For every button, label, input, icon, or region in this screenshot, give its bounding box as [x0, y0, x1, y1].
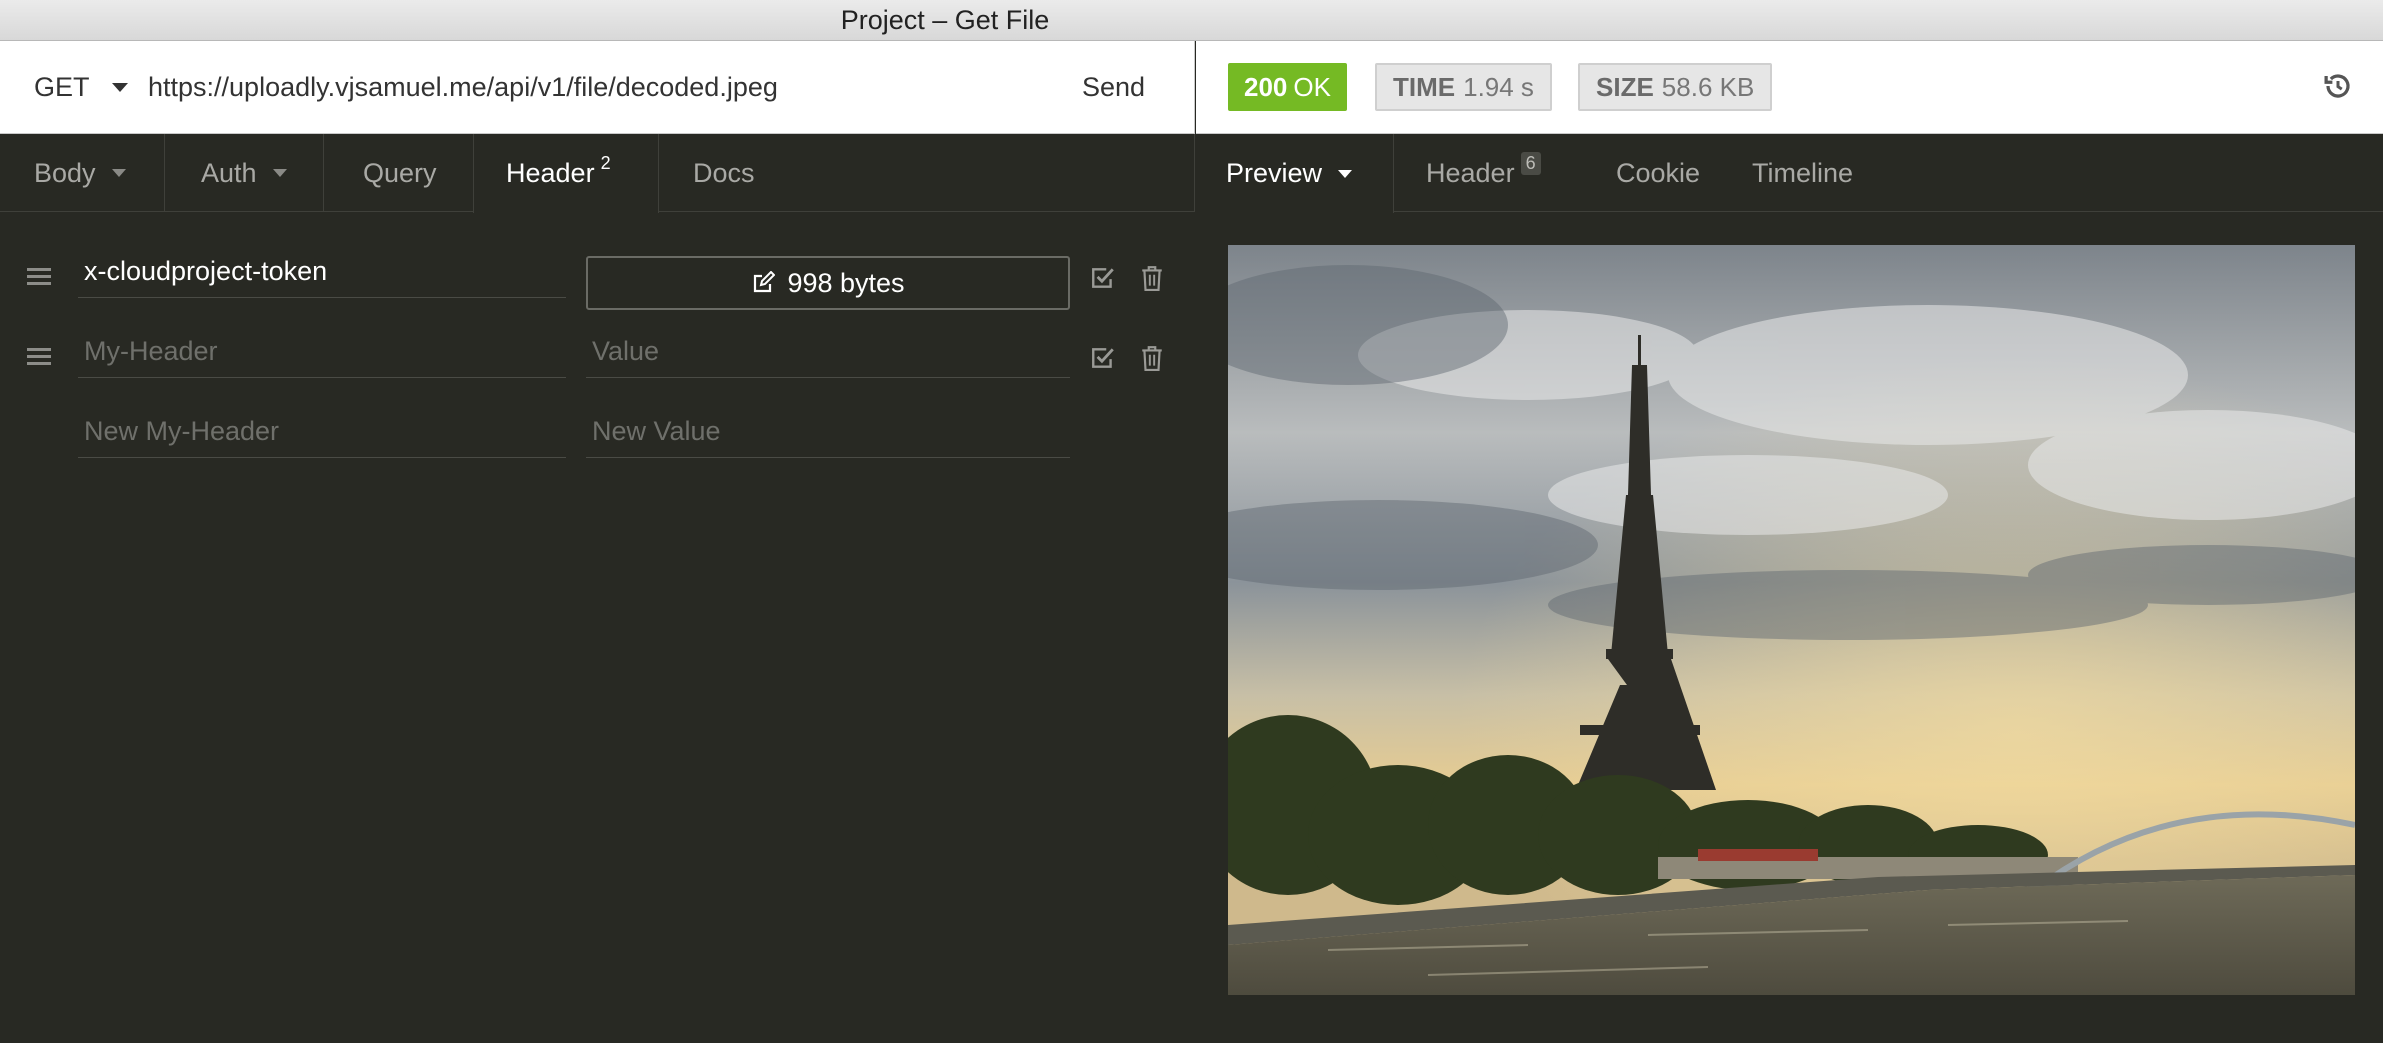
send-button[interactable]: Send — [1082, 41, 1145, 134]
tab-cookie-label: Cookie — [1616, 157, 1701, 188]
drag-handle-icon[interactable] — [27, 268, 51, 286]
request-tabs: Body Auth Query Header 2 Docs — [0, 134, 1195, 213]
size-value: 58.6 KB — [1661, 71, 1755, 102]
window-titlebar: Project – Get File — [0, 0, 2383, 41]
tab-response-header[interactable]: Header 6 — [1394, 134, 1584, 212]
time-value: 1.94 s — [1463, 71, 1534, 102]
trash-icon[interactable] — [1140, 345, 1164, 371]
header-name-field[interactable]: x-cloudproject-token — [78, 246, 566, 298]
response-bar: 200 OK TIME 1.94 s SIZE 58.6 KB — [1196, 41, 2383, 134]
status-code: 200 — [1244, 71, 1288, 102]
tab-body-label: Body — [34, 157, 96, 188]
new-header-name-field[interactable]: New My-Header — [78, 406, 566, 458]
status-badge: 200 OK — [1228, 63, 1347, 111]
response-tabs: Preview Header 6 Cookie Timeline — [1196, 134, 2383, 213]
tab-body[interactable]: Body — [0, 134, 165, 212]
header-value-field[interactable]: Value — [586, 326, 1070, 378]
time-badge: TIME 1.94 s — [1375, 63, 1552, 111]
tab-timeline-label: Timeline — [1752, 157, 1854, 188]
edit-icon — [754, 271, 776, 293]
size-badge: SIZE 58.6 KB — [1578, 63, 1773, 111]
header-name-field[interactable]: My-Header — [78, 326, 566, 378]
status-text: OK — [1293, 71, 1331, 102]
header-value-placeholder: Value — [592, 336, 660, 366]
drag-handle-icon[interactable] — [27, 348, 51, 366]
tab-docs-label: Docs — [693, 157, 755, 188]
new-header-value-field[interactable]: New Value — [586, 406, 1070, 458]
checkbox-icon[interactable] — [1090, 265, 1116, 291]
tab-docs[interactable]: Docs — [660, 134, 780, 212]
tab-cookie[interactable]: Cookie — [1584, 134, 1716, 212]
tab-response-header-count: 6 — [1520, 151, 1541, 175]
tab-preview[interactable]: Preview — [1196, 134, 1394, 213]
tab-header[interactable]: Header 2 — [473, 134, 659, 213]
header-row-new: New My-Header New Value — [0, 406, 1195, 486]
tab-auth[interactable]: Auth — [166, 134, 324, 212]
tab-preview-label: Preview — [1226, 158, 1323, 188]
size-label: SIZE — [1596, 71, 1654, 102]
method-selector[interactable]: GET — [34, 41, 128, 134]
tab-header-count: 2 — [600, 153, 611, 173]
new-header-name-placeholder: New My-Header — [84, 416, 280, 446]
tab-timeline[interactable]: Timeline — [1716, 134, 1876, 212]
header-name-placeholder: My-Header — [84, 336, 218, 366]
tab-header-label: Header — [506, 158, 595, 188]
response-preview-image — [1228, 245, 2355, 995]
chevron-down-icon — [111, 169, 126, 177]
url-input[interactable] — [148, 65, 1048, 109]
header-row: x-cloudproject-token 998 bytes — [0, 246, 1195, 326]
header-name-value: x-cloudproject-token — [84, 256, 328, 286]
chevron-down-icon — [111, 83, 128, 92]
time-label: TIME — [1393, 71, 1456, 102]
tab-query[interactable]: Query — [325, 134, 473, 212]
request-bar: GET Send — [0, 41, 1195, 134]
tab-auth-label: Auth — [201, 157, 257, 188]
new-header-value-placeholder: New Value — [592, 416, 721, 446]
trash-icon[interactable] — [1140, 265, 1164, 291]
tab-query-label: Query — [363, 157, 437, 188]
method-label: GET — [34, 72, 90, 102]
window-title: Project – Get File — [840, 4, 1050, 35]
edit-value-button[interactable]: 998 bytes — [586, 256, 1070, 310]
chevron-down-icon — [1338, 169, 1353, 178]
checkbox-icon[interactable] — [1090, 345, 1116, 371]
header-row: My-Header Value — [0, 326, 1195, 406]
history-icon[interactable] — [2323, 71, 2353, 101]
value-size-label: 998 bytes — [787, 267, 905, 298]
tab-response-header-label: Header — [1426, 157, 1515, 188]
chevron-down-icon — [272, 169, 287, 177]
